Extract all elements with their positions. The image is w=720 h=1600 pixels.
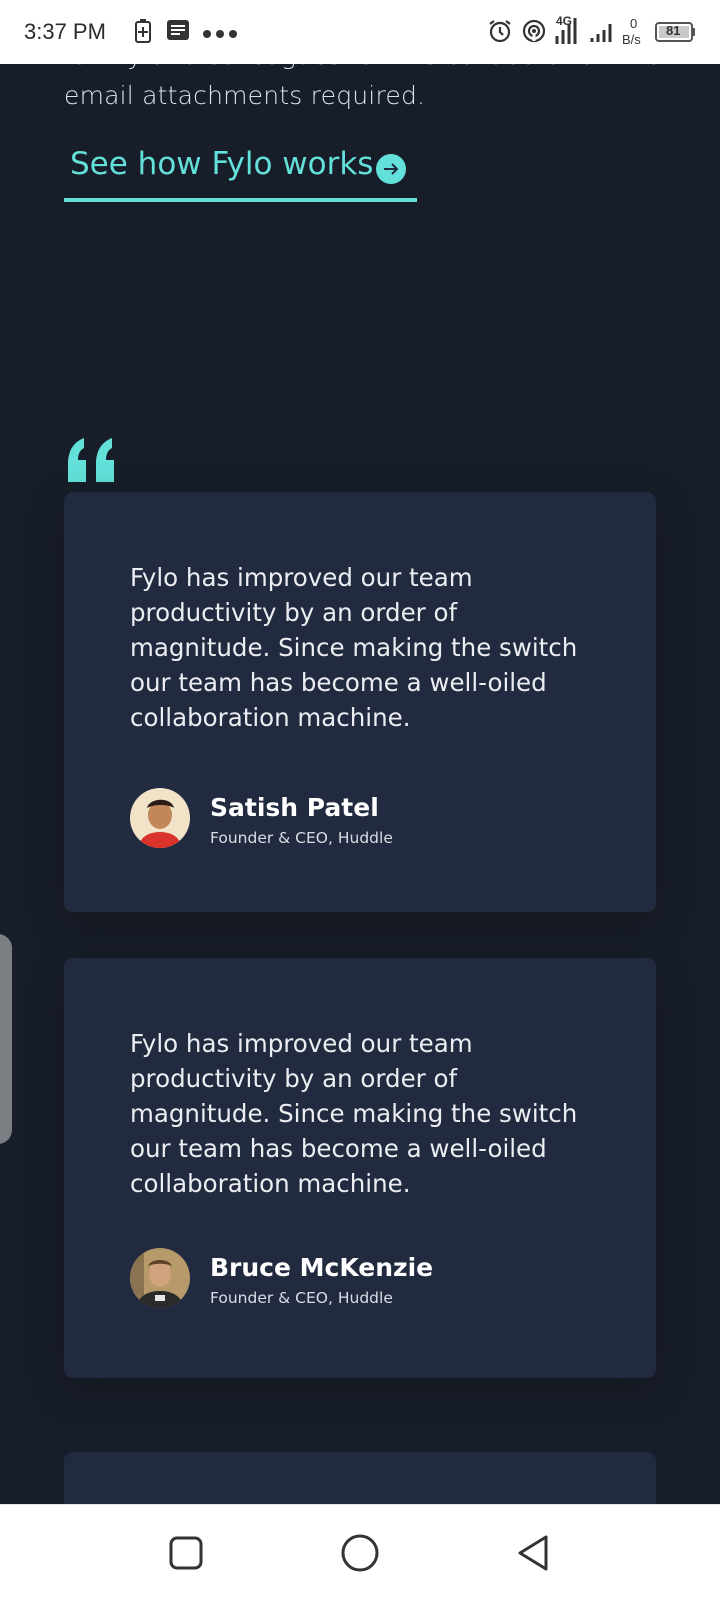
avatar [130, 788, 190, 848]
author-name: Bruce McKenzie [210, 1253, 434, 1282]
testimonial-card-partial [64, 1452, 656, 1504]
signal-icon [590, 18, 616, 48]
back-triangle-icon[interactable] [506, 1525, 562, 1581]
intro-last-line: email attachments required. [64, 81, 426, 110]
home-circle-icon[interactable] [332, 1525, 388, 1581]
hotspot-icon [521, 18, 547, 48]
message-icon [166, 18, 190, 46]
edge-panel-handle[interactable] [0, 934, 12, 1144]
alarm-icon [487, 18, 513, 48]
testimonial-card: Fylo has improved our team productivity … [64, 958, 656, 1378]
testimonial-quote: Fylo has improved our team productivity … [130, 563, 578, 732]
testimonial-author: Bruce McKenzie Founder & CEO, Huddle [130, 1248, 610, 1308]
see-how-link-label: See how Fylo works [70, 146, 374, 182]
avatar [130, 1248, 190, 1308]
author-role: Founder & CEO, Huddle [210, 829, 393, 847]
more-dots-icon [202, 25, 240, 44]
speed-unit: B/s [622, 32, 641, 47]
battery-saver-icon [134, 18, 152, 48]
testimonial-author: Satish Patel Founder & CEO, Huddle [130, 788, 610, 848]
battery-level: 81 [666, 23, 681, 38]
arrow-circle-icon [374, 152, 408, 190]
testimonial-card: Fylo has improved our team productivity … [64, 492, 656, 912]
intro-partial-line: family and colleagues for live collabora… [64, 64, 664, 76]
network-type-label: 4G [556, 14, 573, 28]
intro-text: family and colleagues for live collabora… [64, 64, 664, 116]
testimonial-quote: Fylo has improved our team productivity … [130, 1029, 578, 1198]
status-time: 3:37 PM [24, 19, 106, 44]
recents-square-icon[interactable] [158, 1525, 214, 1581]
navigation-bar [0, 1504, 720, 1600]
status-bar: 3:37 PM 4G 0 B/s 81 [0, 0, 720, 64]
speed-value: 0 [630, 16, 638, 31]
see-how-link[interactable]: See how Fylo works [64, 142, 417, 202]
author-name: Satish Patel [210, 793, 379, 822]
quote-mark-icon [64, 438, 120, 486]
page-content: family and colleagues for live collabora… [0, 64, 720, 1504]
author-role: Founder & CEO, Huddle [210, 1289, 393, 1307]
